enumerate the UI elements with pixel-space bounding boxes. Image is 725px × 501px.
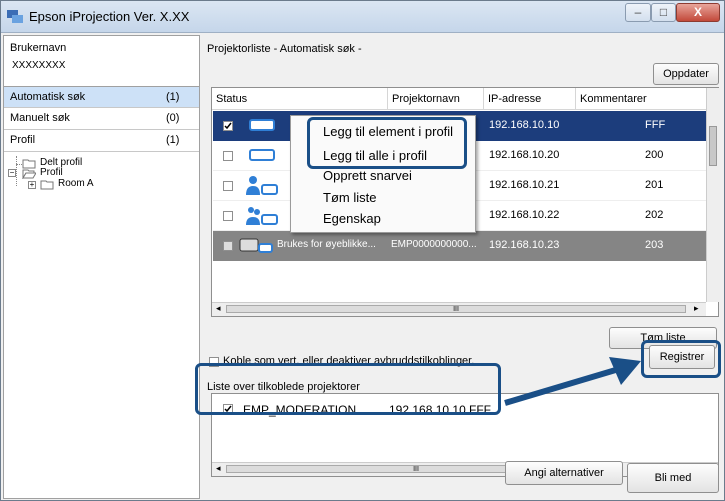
row-checkbox[interactable] [223, 121, 233, 131]
menu-item-properties[interactable]: Egenskap [323, 211, 381, 226]
row-ip: 192.168.10.10 [489, 119, 560, 131]
username-value[interactable]: XXXXXXXX [12, 60, 65, 71]
callout-arrow-icon [504, 357, 641, 406]
username-label: Brukernavn [10, 42, 67, 54]
app-window: Epson iProjection Ver. X.XX – □ X Bruker… [0, 0, 725, 501]
set-options-button[interactable]: Angi alternativer [505, 461, 623, 485]
vertical-scrollbar[interactable] [706, 88, 720, 302]
expand-icon[interactable]: + [28, 181, 36, 189]
scroll-left-icon[interactable]: ◂ [216, 463, 221, 474]
row-checkbox[interactable] [223, 181, 233, 191]
column-header-ip[interactable]: IP-adresse [484, 88, 576, 110]
column-header-name[interactable]: Projektornavn [388, 88, 484, 110]
table-row[interactable]: Brukes for øyeblikke... EMP0000000000...… [213, 231, 707, 261]
nav-profile[interactable]: Profil (1) [4, 130, 199, 152]
update-button[interactable]: Oppdater [653, 63, 719, 85]
window-title: Epson iProjection Ver. X.XX [29, 9, 190, 24]
row-ip: 192.168.10.23 [489, 239, 560, 251]
folder-icon [40, 180, 54, 190]
row-comment: 202 [645, 209, 664, 221]
scroll-thumb[interactable] [709, 126, 717, 166]
row-comment: 201 [645, 179, 664, 191]
projector-icon [249, 149, 275, 161]
row-name: EMP0000000000... [391, 239, 477, 250]
nav-manual-search[interactable]: Manuelt søk (0) [4, 108, 199, 130]
row-checkbox[interactable] [223, 211, 233, 221]
nav-count: (1) [166, 134, 180, 146]
app-icon [7, 10, 23, 23]
row-comment: FFF [645, 119, 666, 131]
scroll-thumb[interactable]: III [226, 305, 686, 313]
maximize-button[interactable]: □ [651, 3, 676, 22]
column-header-comment[interactable]: Kommentarer [576, 88, 707, 110]
row-checkbox[interactable] [223, 241, 233, 251]
nav-count: (0) [166, 112, 180, 124]
projector-list-title: Projektorliste - Automatisk søk - [207, 43, 362, 55]
busy-projector-icon [239, 238, 273, 253]
open-folder-icon [22, 169, 36, 179]
join-button[interactable]: Bli med [627, 463, 719, 493]
scroll-left-icon[interactable]: ◂ [216, 303, 221, 314]
sidebar: Brukernavn XXXXXXXX Automatisk søk (1) M… [3, 35, 200, 499]
menu-item-clear-list[interactable]: Tøm liste [323, 190, 376, 205]
nav-label: Automatisk søk [10, 91, 86, 103]
collapse-icon[interactable]: − [8, 169, 16, 177]
nav-count: (1) [166, 91, 180, 103]
main-panel: Projektorliste - Automatisk søk - Oppdat… [203, 35, 723, 499]
highlight-menu-items [307, 117, 467, 169]
row-comment: 203 [645, 239, 664, 251]
nav-label: Profil [10, 134, 36, 146]
row-status-text: Brukes for øyeblikke... [277, 239, 376, 250]
row-ip: 192.168.10.22 [489, 209, 560, 221]
row-ip: 192.168.10.21 [489, 179, 560, 191]
row-ip: 192.168.10.20 [489, 149, 560, 161]
projector-icon [249, 119, 275, 131]
title-bar: Epson iProjection Ver. X.XX – □ X [1, 1, 724, 33]
row-checkbox[interactable] [223, 151, 233, 161]
highlight-register [641, 340, 721, 378]
horizontal-scrollbar[interactable]: ◂ III ▸ [212, 302, 706, 316]
close-button[interactable]: X [676, 3, 720, 22]
user-projector-icon [246, 176, 278, 195]
scroll-right-icon[interactable]: ▸ [694, 303, 699, 314]
nav-automatic-search[interactable]: Automatisk søk (1) [4, 86, 199, 108]
highlight-connected-row [195, 363, 501, 415]
column-header-status[interactable]: Status [212, 88, 388, 110]
minimize-button[interactable]: – [625, 3, 651, 22]
row-comment: 200 [645, 149, 664, 161]
users-projector-icon [246, 207, 278, 225]
tree-item-profile[interactable]: Profil [40, 167, 63, 178]
menu-item-create-shortcut[interactable]: Opprett snarvei [323, 168, 412, 183]
tree-item-room-a[interactable]: Room A [58, 178, 94, 189]
nav-label: Manuelt søk [10, 112, 70, 124]
